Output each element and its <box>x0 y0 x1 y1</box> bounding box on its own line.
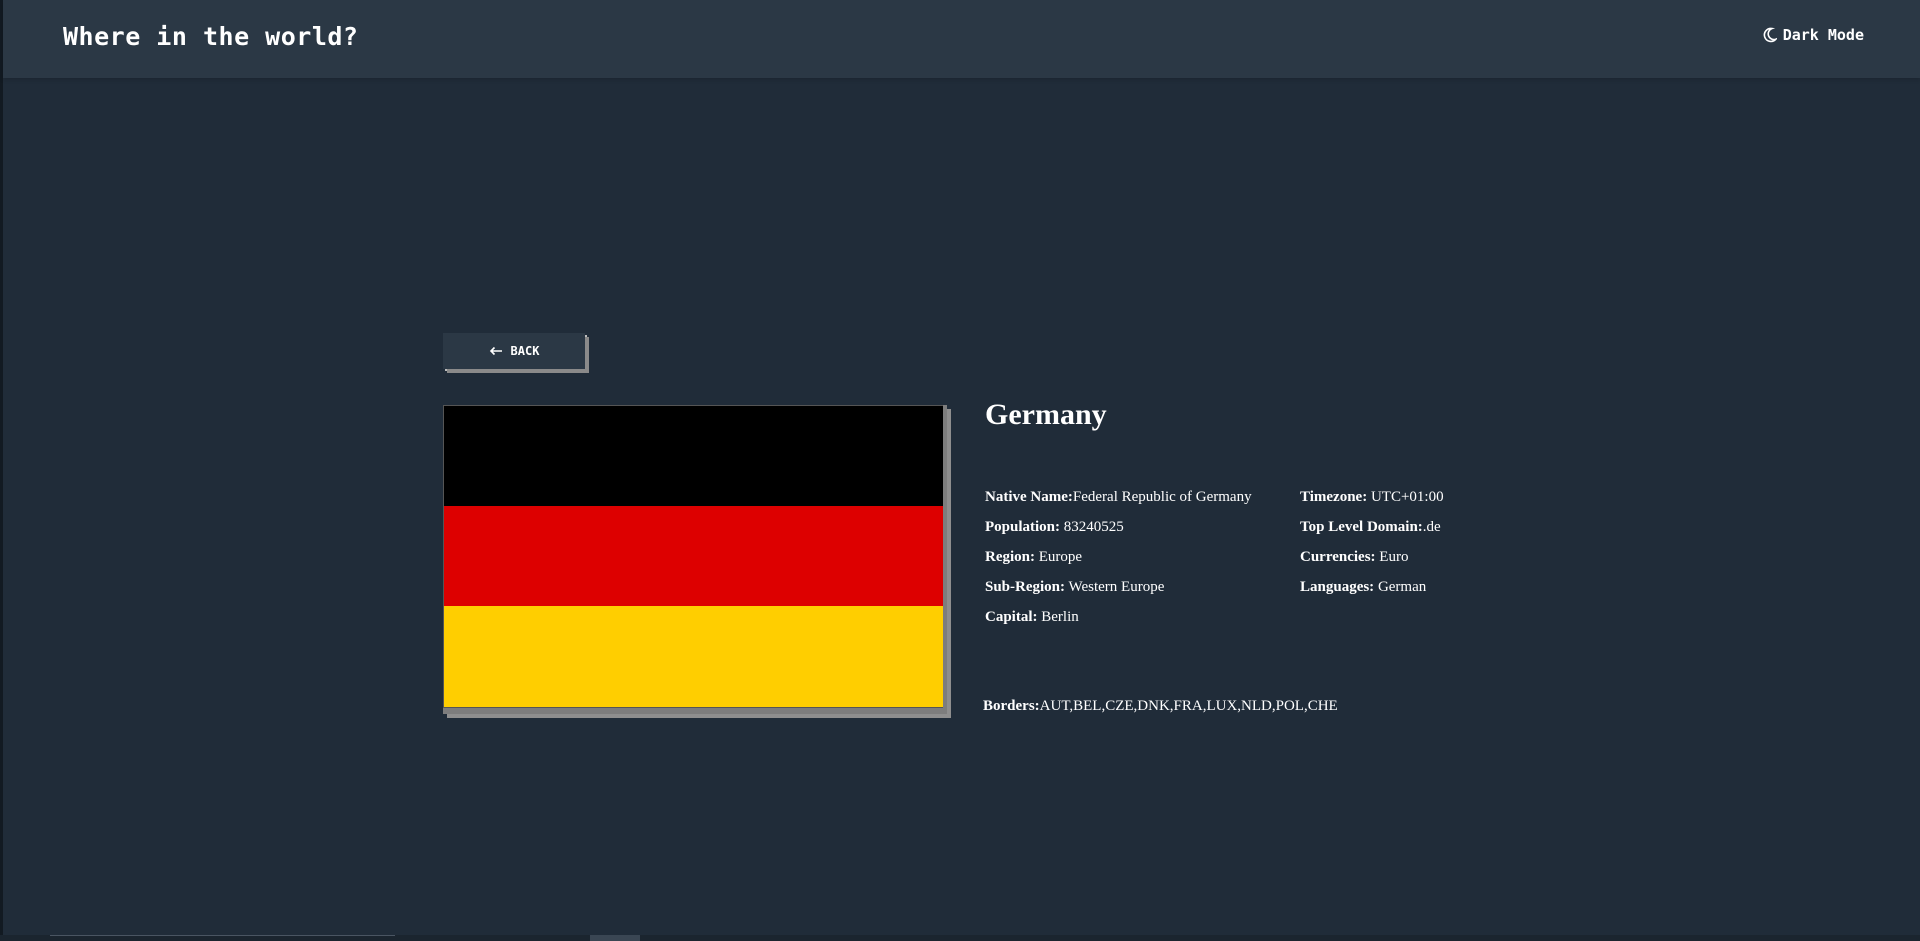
dark-mode-label: Dark Mode <box>1782 26 1864 44</box>
detail-value: 83240525 <box>1060 519 1124 535</box>
border-countries: Borders:AUT,BEL,CZE,DNK,FRA,LUX,NLD,POL,… <box>983 698 1338 715</box>
detail-timezone: Timezone: UTC+01:00 <box>1300 482 1444 512</box>
back-button[interactable]: BACK <box>443 333 585 369</box>
detail-label: Population: <box>985 519 1061 535</box>
detail-value: Western Europe <box>1065 579 1165 595</box>
detail-value: Federal Republic of Germany <box>1072 489 1252 505</box>
detail-capital: Capital: Berlin <box>985 602 1252 632</box>
detail-value: .de <box>1422 519 1441 535</box>
borders-value: AUT,BEL,CZE,DNK,FRA,LUX,NLD,POL,CHE <box>1039 698 1338 714</box>
detail-value: UTC+01:00 <box>1367 489 1444 505</box>
detail-label: Currencies: <box>1300 549 1376 565</box>
flag-stripe-red <box>444 506 943 606</box>
borders-label: Borders: <box>983 698 1040 714</box>
flag-frame <box>443 405 947 714</box>
horizontal-scrollbar[interactable] <box>0 935 1920 941</box>
detail-label: Languages: <box>1300 579 1375 595</box>
flag-stripe-gold <box>444 606 943 707</box>
scrollbar-track-segment <box>50 935 395 941</box>
country-flag <box>443 405 943 708</box>
detail-native-name: Native Name:Federal Republic of Germany <box>985 482 1252 512</box>
detail-sub-region: Sub-Region: Western Europe <box>985 572 1252 602</box>
back-button-label: BACK <box>510 344 540 358</box>
detail-top-level-domain: Top Level Domain:.de <box>1300 512 1444 542</box>
detail-label: Timezone: <box>1300 489 1368 505</box>
app-title: Where in the world? <box>63 22 359 51</box>
app-header: Where in the world? Dark Mode <box>3 0 1920 78</box>
detail-languages: Languages: German <box>1300 572 1444 602</box>
moon-icon <box>1763 27 1777 43</box>
detail-label: Capital: <box>985 609 1038 625</box>
detail-value: Berlin <box>1037 609 1079 625</box>
arrow-left-icon <box>489 346 502 356</box>
page: Where in the world? Dark Mode BACK Germa… <box>0 0 1920 941</box>
detail-population: Population: 83240525 <box>985 512 1252 542</box>
details-right-column: Timezone: UTC+01:00 Top Level Domain:.de… <box>1300 482 1444 602</box>
detail-region: Region: Europe <box>985 542 1252 572</box>
details-left-column: Native Name:Federal Republic of Germany … <box>985 482 1252 632</box>
detail-label: Native Name: <box>985 489 1073 505</box>
flag-stripe-black <box>444 406 943 506</box>
window-edge <box>0 0 3 941</box>
scrollbar-thumb[interactable] <box>590 935 640 941</box>
detail-label: Sub-Region: <box>985 579 1066 595</box>
detail-value: Europe <box>1035 549 1083 565</box>
detail-currencies: Currencies: Euro <box>1300 542 1444 572</box>
detail-label: Region: <box>985 549 1035 565</box>
dark-mode-toggle[interactable]: Dark Mode <box>1763 26 1864 44</box>
country-name: Germany <box>985 398 1107 431</box>
detail-label: Top Level Domain: <box>1300 519 1423 535</box>
detail-value: German <box>1374 579 1427 595</box>
detail-value: Euro <box>1375 549 1409 565</box>
